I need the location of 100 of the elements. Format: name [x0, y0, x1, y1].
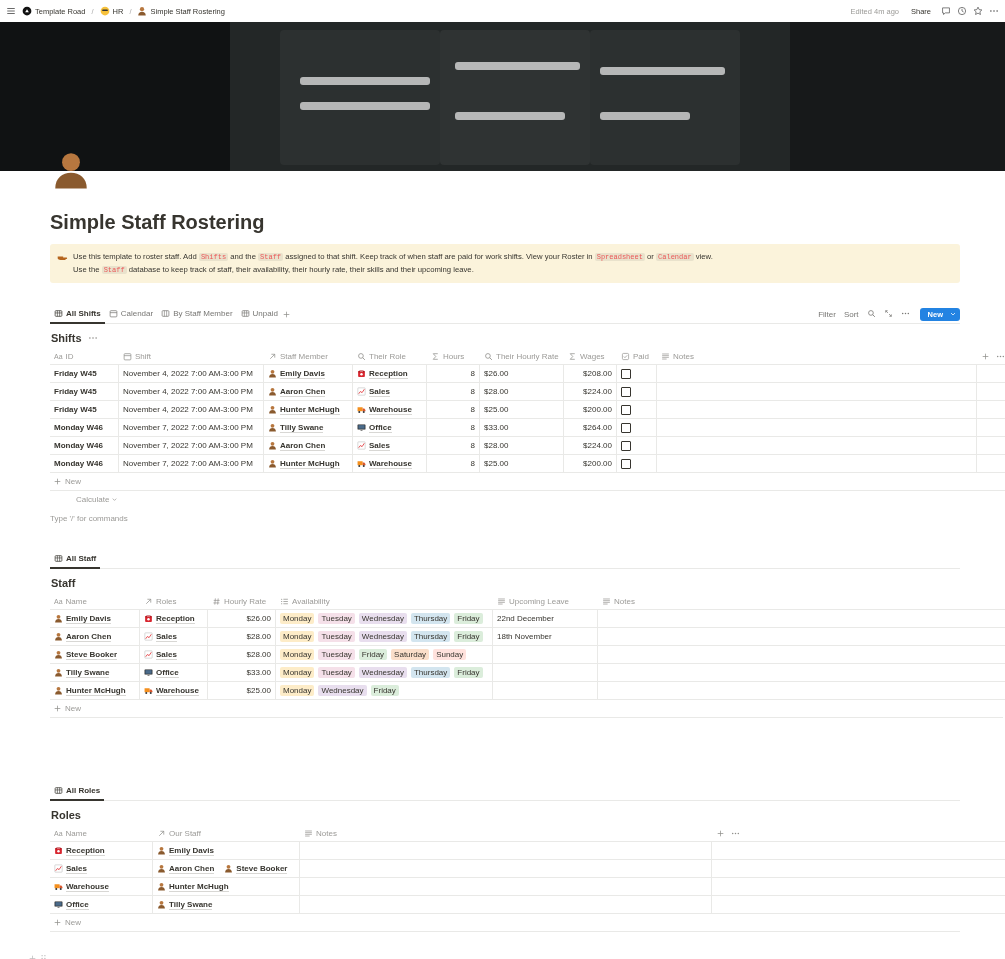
- table-cell: Monday W46: [50, 437, 119, 454]
- sigma-icon: [431, 351, 440, 361]
- day-tag: Wednesday: [358, 631, 407, 642]
- plus-icon[interactable]: [281, 309, 291, 319]
- paid-checkbox[interactable]: [621, 404, 631, 415]
- day-tag: Monday: [280, 613, 315, 624]
- role-name[interactable]: Sales: [66, 863, 87, 874]
- database-title: Shifts: [51, 332, 82, 344]
- role-name[interactable]: Reception: [66, 845, 105, 856]
- view-tab[interactable]: Calendar: [104, 304, 158, 324]
- table-cell: November 7, 2022 7:00 AM-3:00 PM: [119, 437, 264, 454]
- chart-icon: [144, 650, 153, 659]
- role-name[interactable]: Warehouse: [369, 404, 412, 415]
- arrow-icon: [157, 828, 166, 838]
- person-name[interactable]: Hunter McHugh: [66, 685, 126, 696]
- filter-button[interactable]: Filter: [818, 309, 836, 319]
- role-name[interactable]: Sales: [369, 440, 390, 451]
- plus-icon[interactable]: [716, 828, 725, 838]
- table-cell: $33.00: [208, 664, 276, 681]
- avatar-icon: [224, 864, 234, 873]
- paid-checkbox[interactable]: [621, 368, 631, 379]
- paid-checkbox[interactable]: [621, 440, 631, 451]
- person-name[interactable]: Emily Davis: [66, 613, 111, 624]
- lines-icon: [661, 351, 670, 361]
- table-cell: 18th November: [493, 628, 598, 645]
- day-tag: Monday: [280, 685, 315, 696]
- day-tag: Sunday: [433, 649, 467, 660]
- day-tag: Friday: [454, 631, 483, 642]
- telephone-icon: [357, 369, 366, 378]
- table-cell: Friday W45: [50, 383, 119, 400]
- clock-icon[interactable]: [957, 6, 967, 16]
- person-name[interactable]: Tilly Swane: [66, 667, 110, 678]
- role-name[interactable]: Sales: [156, 631, 177, 642]
- person-name[interactable]: Emily Davis: [280, 368, 325, 379]
- table-icon: [54, 553, 63, 563]
- day-tag: Wednesday: [358, 667, 407, 678]
- avatar-icon: [54, 686, 63, 695]
- table-cell: November 4, 2022 7:00 AM-3:00 PM: [119, 383, 264, 400]
- table-cell: Monday W46: [50, 419, 119, 436]
- person-name[interactable]: Steve Booker: [236, 863, 288, 874]
- view-tab[interactable]: All Staff: [50, 549, 101, 569]
- person-name[interactable]: Aaron Chen: [280, 440, 326, 451]
- search-icon: [357, 351, 366, 361]
- day-tag: Tuesday: [318, 667, 355, 678]
- role-name[interactable]: Office: [369, 422, 392, 433]
- avatar-icon: [137, 6, 148, 16]
- table-cell: $25.00: [208, 682, 276, 699]
- person-name[interactable]: Aaron Chen: [66, 631, 112, 642]
- avatar-icon: [157, 864, 166, 873]
- table-cell: November 7, 2022 7:00 AM-3:00 PM: [119, 419, 264, 436]
- sort-button[interactable]: Sort: [843, 309, 859, 319]
- role-name[interactable]: Office: [156, 667, 179, 678]
- role-name[interactable]: Warehouse: [369, 458, 412, 469]
- role-name[interactable]: Sales: [369, 386, 390, 397]
- avatar-icon: [54, 668, 63, 677]
- logo-icon: [22, 6, 32, 16]
- table-cell: $28.00: [208, 646, 276, 663]
- day-tag: Friday: [454, 667, 483, 678]
- page-title: Simple Staff Rostering: [50, 211, 266, 234]
- role-name[interactable]: Warehouse: [156, 685, 199, 696]
- emoji-icon: [99, 6, 110, 16]
- chart-icon: [357, 387, 366, 396]
- person-name[interactable]: Hunter McHugh: [169, 881, 229, 892]
- calendar-icon: [108, 308, 118, 318]
- chart-icon: [357, 441, 366, 450]
- database-title: Roles: [51, 809, 81, 821]
- paid-checkbox[interactable]: [621, 422, 631, 433]
- role-name[interactable]: Reception: [369, 368, 408, 379]
- view-tab[interactable]: Unpaid: [236, 304, 282, 324]
- telephone-icon: [54, 846, 63, 855]
- menu-icon[interactable]: [6, 6, 16, 16]
- table-cell: Monday W46: [50, 455, 119, 472]
- role-name[interactable]: Warehouse: [66, 881, 109, 892]
- paid-checkbox[interactable]: [621, 386, 631, 397]
- expand-icon[interactable]: [883, 308, 893, 318]
- search-icon[interactable]: [866, 308, 876, 318]
- person-name[interactable]: Aaron Chen: [280, 386, 326, 397]
- person-name[interactable]: Tilly Swane: [169, 899, 213, 910]
- table-cell: 8: [427, 437, 480, 454]
- person-name[interactable]: Hunter McHugh: [280, 458, 340, 469]
- view-tab[interactable]: All Shifts: [50, 304, 105, 324]
- day-tag: Friday: [454, 613, 483, 624]
- view-tab[interactable]: All Roles: [50, 781, 105, 801]
- person-name[interactable]: Tilly Swane: [280, 422, 324, 433]
- lines-icon: [602, 596, 611, 606]
- person-name[interactable]: Aaron Chen: [169, 863, 215, 874]
- sigma-icon: [568, 351, 577, 361]
- comment-icon[interactable]: [941, 6, 951, 16]
- person-name[interactable]: Emily Davis: [169, 845, 214, 856]
- role-name[interactable]: Sales: [156, 649, 177, 660]
- plus-icon: [53, 704, 62, 713]
- person-name[interactable]: Hunter McHugh: [280, 404, 340, 415]
- role-name[interactable]: Reception: [156, 613, 195, 624]
- view-tab[interactable]: By Staff Member: [157, 304, 237, 324]
- role-name[interactable]: Office: [66, 899, 89, 910]
- paid-checkbox[interactable]: [621, 458, 631, 469]
- chart-icon: [54, 864, 63, 873]
- plus-icon[interactable]: [981, 351, 990, 361]
- person-name[interactable]: Steve Booker: [66, 649, 118, 660]
- star-icon[interactable]: [973, 6, 983, 16]
